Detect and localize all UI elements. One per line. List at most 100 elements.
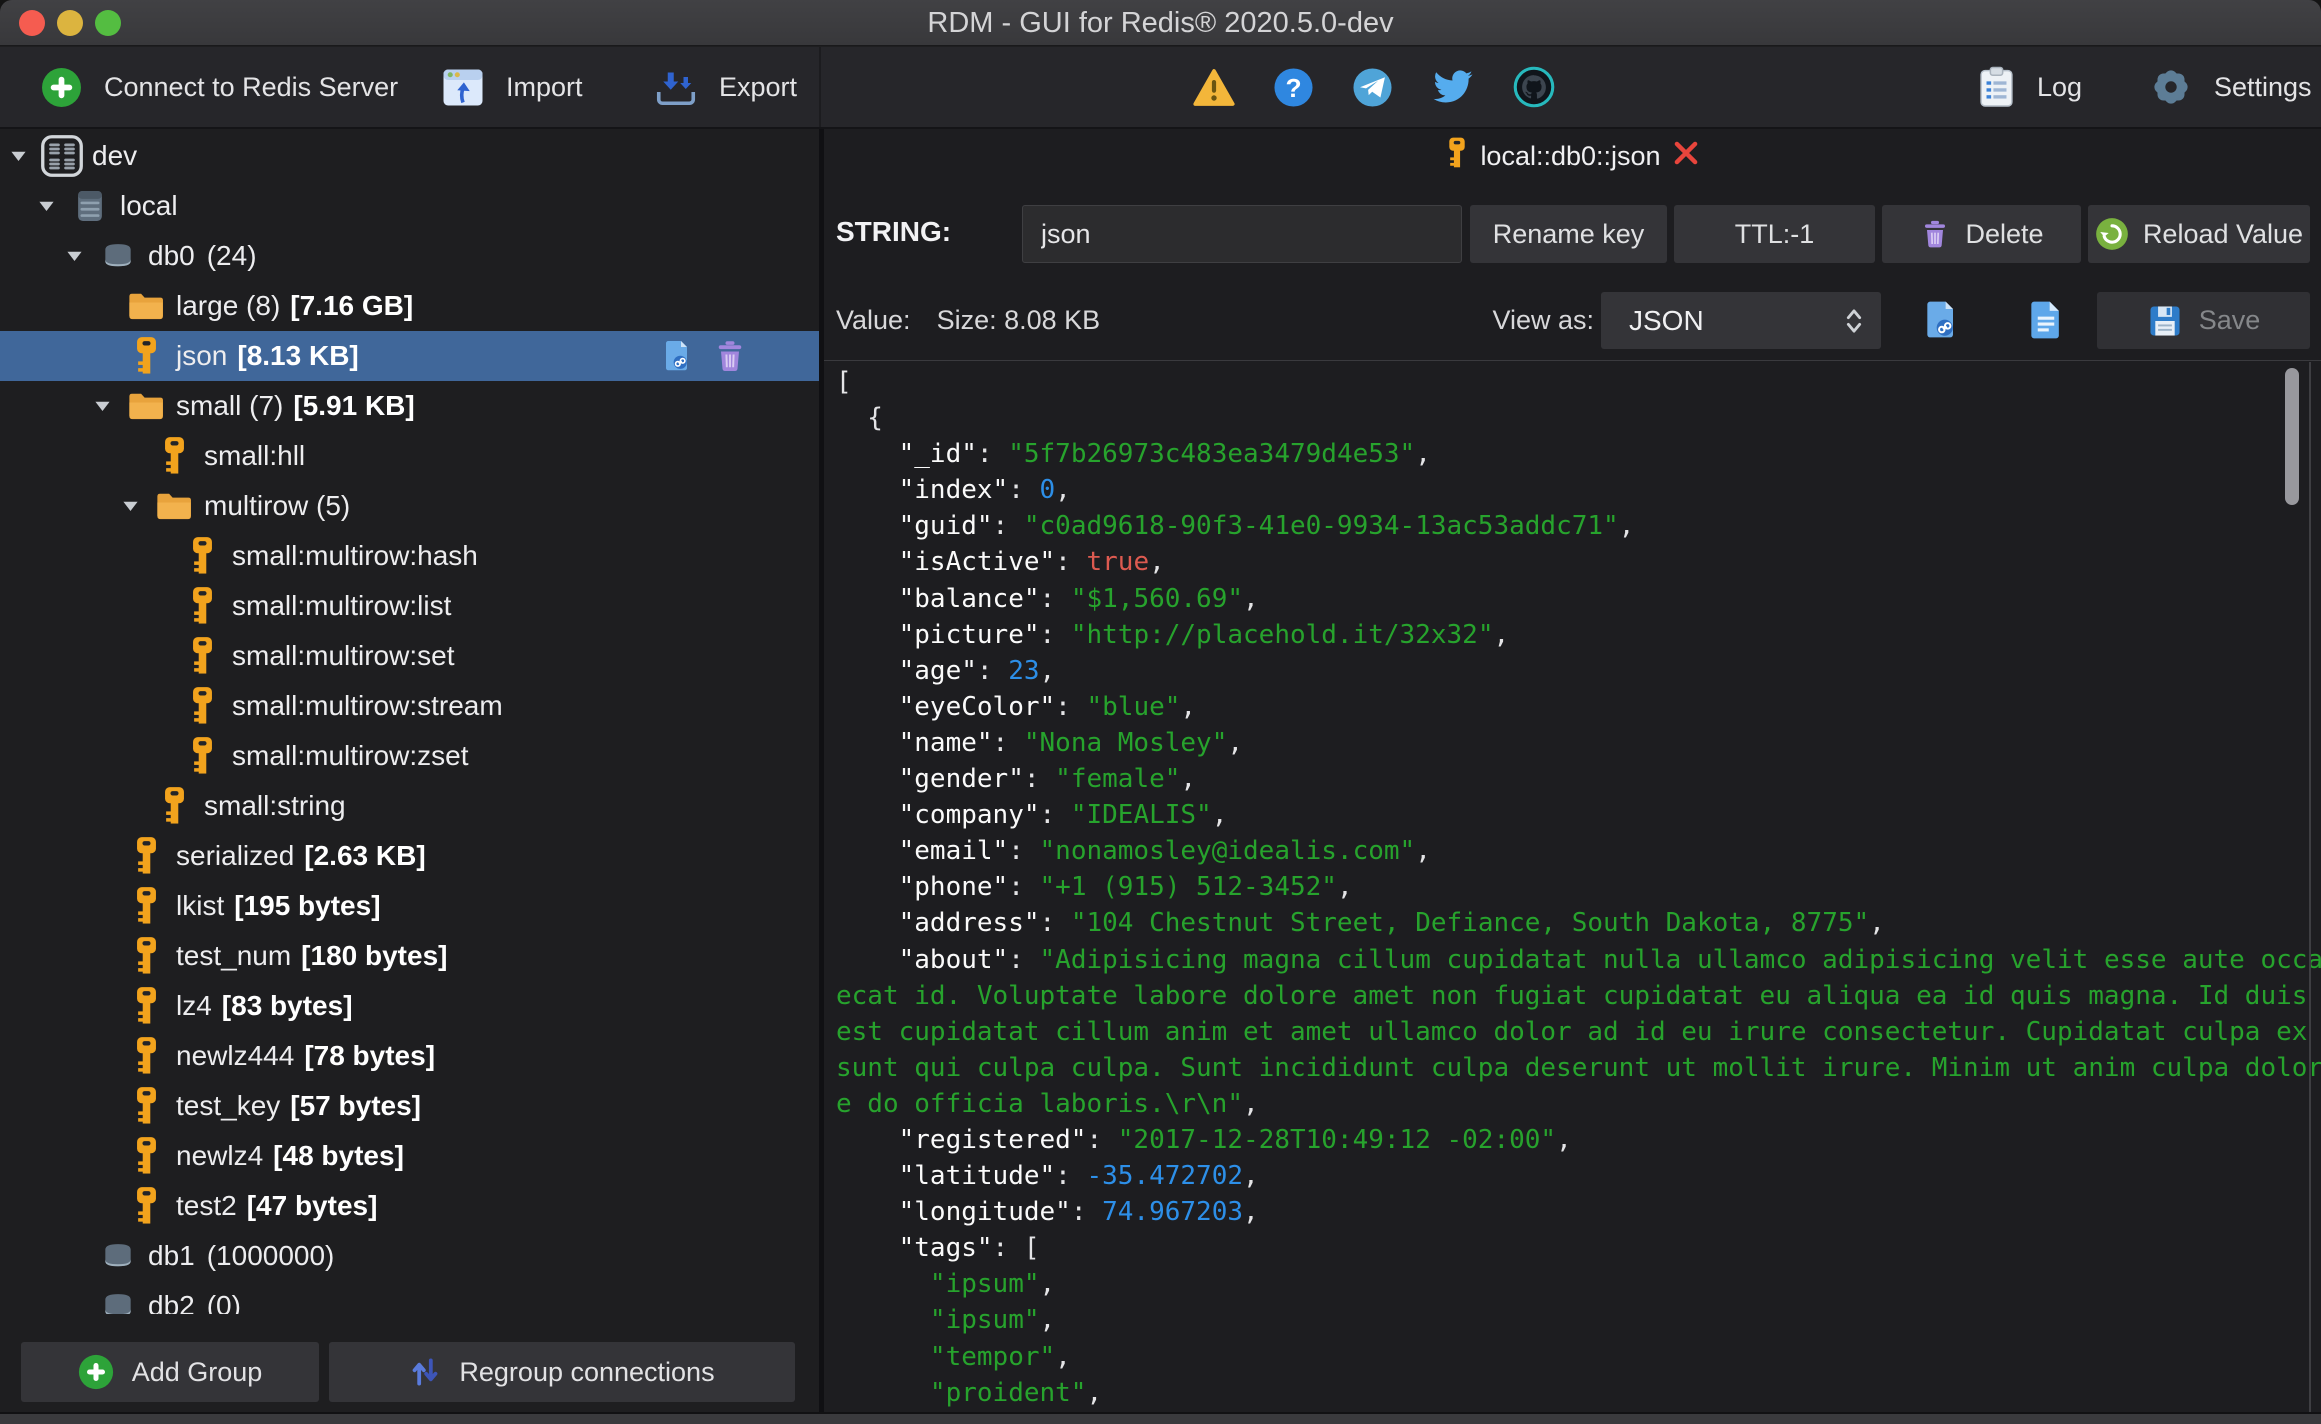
save-button[interactable]: Save xyxy=(2097,292,2310,349)
sidebar-button-bar: Add Group Regroup connections xyxy=(0,1342,819,1402)
tree-item-test2[interactable]: test2 [47 bytes] xyxy=(0,1181,819,1231)
tree-item-multirow-5-[interactable]: multirow (5) xyxy=(0,481,819,531)
tree-item-db1[interactable]: db1 (1000000) xyxy=(0,1231,819,1281)
telegram-button[interactable] xyxy=(1352,47,1393,127)
tree-item-lz4[interactable]: lz4 [83 bytes] xyxy=(0,981,819,1031)
tree-item-serialized[interactable]: serialized [2.63 KB] xyxy=(0,831,819,881)
minimize-window-button[interactable] xyxy=(57,10,83,36)
scrollbar-track[interactable] xyxy=(2309,362,2311,1412)
tree-item-label: multirow (5) xyxy=(204,490,351,521)
main-area: dev local db0 (24) large (8) [7.16 GB] json [8.… xyxy=(0,129,2321,1412)
tree-item-test-num[interactable]: test_num [180 bytes] xyxy=(0,931,819,981)
folder-icon xyxy=(124,385,168,427)
help-icon: ? xyxy=(1274,67,1313,107)
tree-item-newlz444[interactable]: newlz444 [78 bytes] xyxy=(0,1031,819,1081)
tree-item-test-key[interactable]: test_key [57 bytes] xyxy=(0,1081,819,1131)
tree-item-local[interactable]: local xyxy=(0,181,819,231)
settings-button[interactable]: Settings xyxy=(2150,47,2312,127)
code-line: "longitude": 74.967203, xyxy=(898,1197,1259,1228)
tree-item-small-7-[interactable]: small (7) [5.91 KB] xyxy=(0,381,819,431)
scrollbar-thumb[interactable] xyxy=(2285,368,2299,505)
twitter-button[interactable] xyxy=(1432,47,1474,127)
save-label: Save xyxy=(2198,305,2261,335)
code-line: "_id": "5f7b26973c483ea3479d4e53", xyxy=(898,439,1431,470)
tree-item-small-multirow-hash[interactable]: small:multirow:hash xyxy=(0,531,819,581)
tab-title[interactable]: local::db0::json xyxy=(1480,141,1660,172)
tree-item-db2[interactable]: db2 (0) xyxy=(0,1281,819,1314)
tree-item-label: small:multirow:hash xyxy=(232,540,478,571)
regroup-connections-button[interactable]: Regroup connections xyxy=(329,1342,795,1402)
code-line: "tags": [ xyxy=(898,1233,1040,1264)
tree-item-label: lz4 xyxy=(176,990,212,1021)
key-name-input[interactable] xyxy=(1022,205,1462,263)
tab-close-icon[interactable] xyxy=(1673,140,1699,173)
tree-item-lkist[interactable]: lkist [195 bytes] xyxy=(0,881,819,931)
connect-to-redis-server-button[interactable]: Connect to Redis Server xyxy=(41,47,398,127)
delete-key-button[interactable]: Delete xyxy=(1882,205,2081,263)
open-value-in-editor-button[interactable] xyxy=(1920,298,1964,342)
help-button[interactable]: ? xyxy=(1273,47,1314,127)
header-separator xyxy=(824,360,2321,361)
open-key-in-editor-icon[interactable] xyxy=(660,338,696,374)
tree-item-size: [8.13 KB] xyxy=(237,340,359,371)
export-label: Export xyxy=(719,71,798,102)
log-label: Log xyxy=(2037,71,2083,102)
title-bar: RDM - GUI for Redis® 2020.5.0-dev xyxy=(0,0,2321,46)
value-label: Value: xyxy=(836,305,911,335)
export-button[interactable]: Export xyxy=(655,47,797,127)
tree-item-small-multirow-zset[interactable]: small:multirow:zset xyxy=(0,731,819,781)
tree-item-small-multirow-list[interactable]: small:multirow:list xyxy=(0,581,819,631)
plus-circle-icon xyxy=(78,1354,113,1390)
window-bottom-edge xyxy=(0,1412,2321,1424)
code-line: "picture": "http://placehold.it/32x32", xyxy=(898,619,1510,650)
warning-button[interactable] xyxy=(1193,47,1235,127)
tree-item-size: [47 bytes] xyxy=(246,1190,378,1221)
toolbar-seam xyxy=(819,47,821,127)
github-button[interactable] xyxy=(1513,47,1555,127)
import-button[interactable]: Import xyxy=(442,47,583,127)
view-as-select[interactable]: JSON xyxy=(1601,292,1881,349)
tree-item-small-multirow-set[interactable]: small:multirow:set xyxy=(0,631,819,681)
expand-arrow-icon[interactable] xyxy=(38,200,68,212)
tree-item-small-hll[interactable]: small:hll xyxy=(0,431,819,481)
code-line: "age": 23, xyxy=(898,655,1056,686)
expand-arrow-icon[interactable] xyxy=(10,150,40,162)
zoom-window-button[interactable] xyxy=(95,10,121,36)
tree-item-newlz4[interactable]: newlz4 [48 bytes] xyxy=(0,1131,819,1181)
plus-circle-icon xyxy=(42,67,81,107)
key-icon xyxy=(124,935,168,977)
tree-item-label: small:multirow:set xyxy=(232,640,455,671)
tree-item-label: serialized xyxy=(176,840,295,871)
expand-arrow-icon[interactable] xyxy=(122,500,152,512)
ttl-label: TTL:-1 xyxy=(1734,218,1815,249)
tree-item-dev[interactable]: dev xyxy=(0,131,819,181)
tree-item-large-8-[interactable]: large (8) [7.16 GB] xyxy=(0,281,819,331)
key-icon xyxy=(180,735,224,777)
ttl-button[interactable]: TTL:-1 xyxy=(1674,205,1875,263)
key-icon xyxy=(124,1035,168,1077)
delete-key-icon[interactable] xyxy=(712,338,748,374)
add-group-button[interactable]: Add Group xyxy=(21,1342,319,1402)
tree-item-label: small:hll xyxy=(204,440,306,471)
tree-item-label: small:multirow:stream xyxy=(232,690,503,721)
value-viewer[interactable]: [ { "_id": "5f7b26973c483ea3479d4e53", "… xyxy=(824,362,2321,1412)
close-window-button[interactable] xyxy=(19,10,45,36)
key-icon xyxy=(180,535,224,577)
code-line: [ xyxy=(836,367,852,397)
expand-arrow-icon[interactable] xyxy=(94,400,124,412)
view-as-value: JSON xyxy=(1629,304,1704,336)
expand-arrow-icon[interactable] xyxy=(66,250,96,262)
reload-value-button[interactable]: Reload Value xyxy=(2088,205,2310,263)
view-as-text-button[interactable] xyxy=(2024,298,2068,342)
tree-item-small-multirow-stream[interactable]: small:multirow:stream xyxy=(0,681,819,731)
tree-item-db0[interactable]: db0 (24) xyxy=(0,231,819,281)
tree-item-json[interactable]: json [8.13 KB] xyxy=(0,331,819,381)
folder-icon xyxy=(152,485,196,527)
log-button[interactable]: Log xyxy=(1978,47,2082,127)
code-line: "ipsum", xyxy=(929,1305,1056,1336)
add-group-label: Add Group xyxy=(131,1356,263,1387)
key-icon xyxy=(124,835,168,877)
rename-key-button[interactable]: Rename key xyxy=(1470,205,1667,263)
tree-item-small-string[interactable]: small:string xyxy=(0,781,819,831)
tree-item-label: dev xyxy=(92,140,138,171)
